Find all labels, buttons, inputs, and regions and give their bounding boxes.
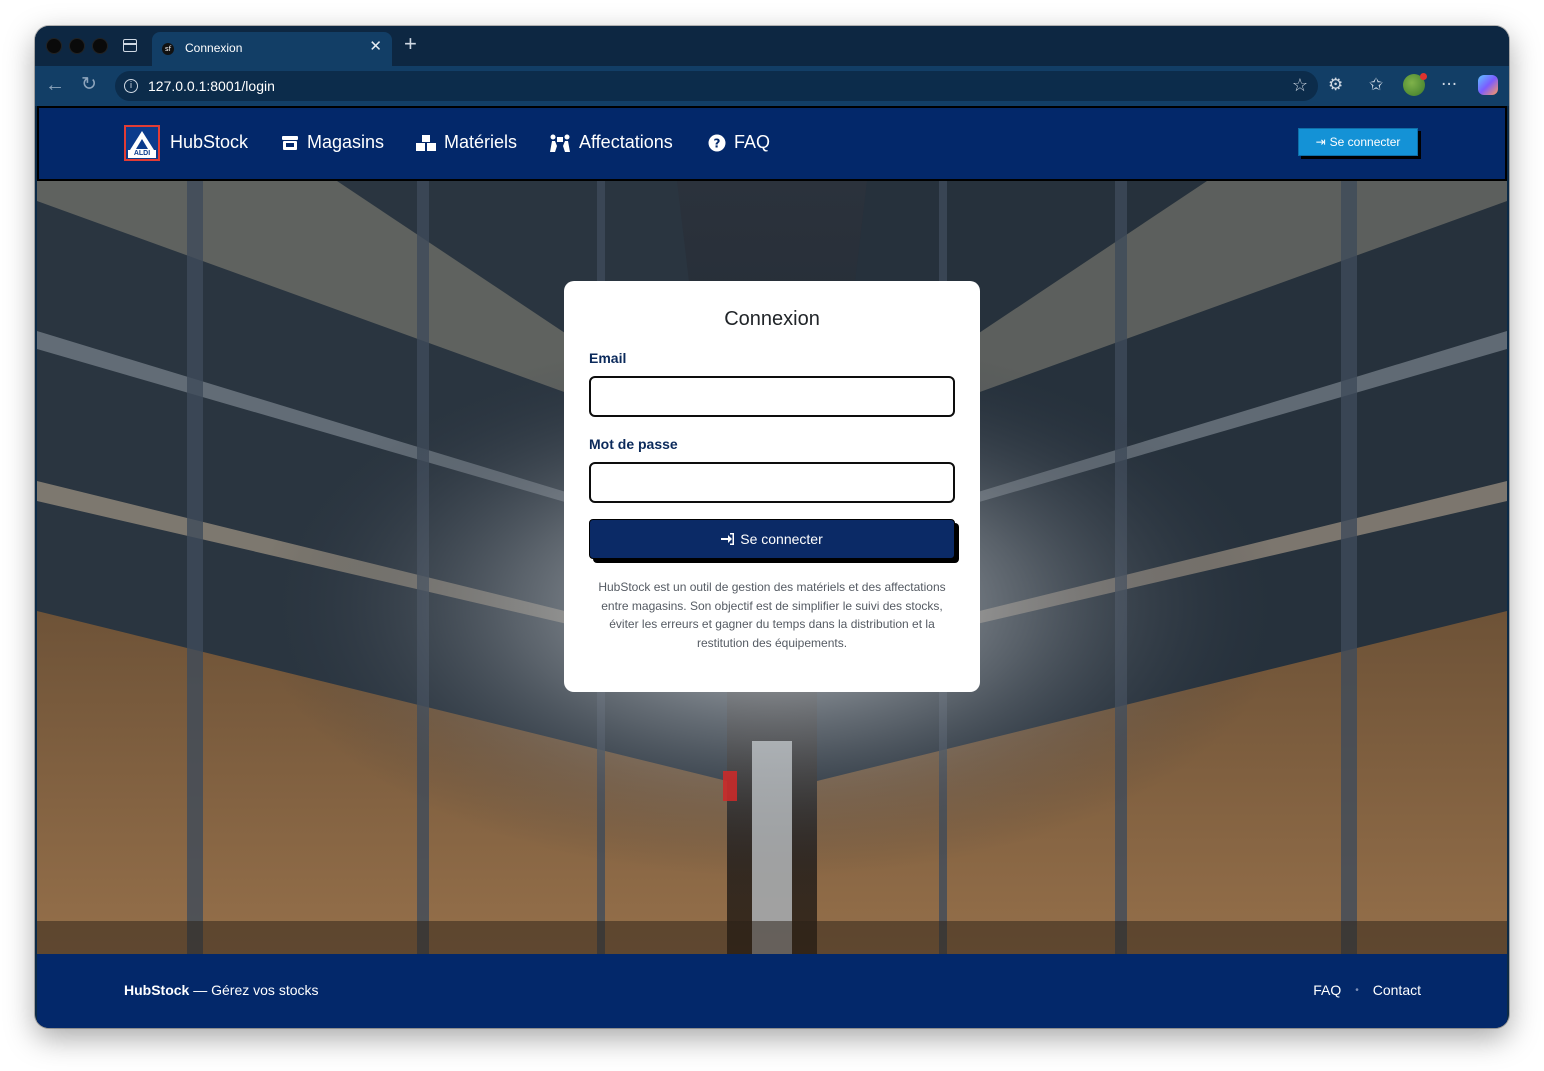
footer-separator: • bbox=[1355, 984, 1359, 996]
footer-link-contact[interactable]: Contact bbox=[1373, 982, 1421, 998]
minimize-window-button[interactable] bbox=[70, 39, 84, 53]
email-field[interactable] bbox=[589, 376, 955, 417]
extensions-icon[interactable]: ⚙ bbox=[1328, 74, 1343, 96]
footer-link-faq[interactable]: FAQ bbox=[1313, 982, 1341, 998]
tab-title: Connexion bbox=[185, 41, 243, 55]
favorites-icon[interactable]: ✩ bbox=[1369, 74, 1383, 96]
warehouse-background-image: Connexion Email Mot de passe Se connecte… bbox=[37, 181, 1507, 954]
more-menu-icon[interactable]: ··· bbox=[1441, 74, 1457, 96]
boxes-icon bbox=[416, 134, 436, 151]
sidebar-toggle-icon[interactable] bbox=[123, 39, 137, 52]
profile-avatar[interactable] bbox=[1403, 73, 1427, 96]
email-label: Email bbox=[589, 350, 627, 366]
people-carry-icon bbox=[550, 134, 570, 152]
app-description: HubStock est un outil de gestion des mat… bbox=[598, 580, 946, 650]
question-circle-icon: ? bbox=[708, 134, 726, 151]
login-title: Connexion bbox=[724, 308, 820, 330]
login-card: Connexion Email Mot de passe Se connecte… bbox=[564, 281, 980, 692]
tab-bar: sf Connexion ✕ + bbox=[35, 26, 1509, 66]
browser-window: sf Connexion ✕ + ← ↻ i 127.0.0.1:8001/lo… bbox=[35, 26, 1509, 1028]
store-icon bbox=[282, 135, 298, 150]
browser-tab[interactable]: sf Connexion ✕ bbox=[152, 32, 392, 66]
browser-toolbar: ← ↻ i 127.0.0.1:8001/login ☆ ⚙ ✩ ··· bbox=[35, 66, 1509, 106]
navbar-login-button[interactable]: ⇥ Se connecter bbox=[1298, 128, 1418, 156]
login-submit-button[interactable]: Se connecter bbox=[589, 519, 955, 559]
close-window-button[interactable] bbox=[47, 39, 61, 53]
site-navbar: ALDI HubStock Magasins Matériels Affecta… bbox=[37, 106, 1507, 181]
site-footer: HubStock — Gérez vos stocks FAQ • Contac… bbox=[37, 954, 1507, 1028]
maximize-window-button[interactable] bbox=[93, 39, 107, 53]
aldi-logo[interactable]: ALDI bbox=[124, 125, 160, 161]
back-arrow-icon[interactable]: ← bbox=[45, 74, 65, 96]
address-bar[interactable]: i 127.0.0.1:8001/login ☆ bbox=[115, 71, 1318, 101]
page-viewport: ALDI HubStock Magasins Matériels Affecta… bbox=[37, 106, 1507, 1028]
footer-links: FAQ • Contact bbox=[1313, 982, 1421, 998]
new-tab-icon[interactable]: + bbox=[404, 33, 417, 55]
password-field[interactable] bbox=[589, 462, 955, 503]
nav-link-magasins[interactable]: Magasins bbox=[281, 132, 384, 153]
site-info-icon[interactable]: i bbox=[124, 79, 138, 93]
svg-text:?: ? bbox=[714, 136, 721, 150]
url-text[interactable]: 127.0.0.1:8001/login bbox=[148, 78, 275, 94]
brand-link[interactable]: HubStock bbox=[170, 132, 248, 153]
footer-brand: HubStock — Gérez vos stocks bbox=[124, 982, 319, 998]
password-label: Mot de passe bbox=[589, 436, 678, 452]
sign-in-icon: ⇥ bbox=[1315, 135, 1326, 149]
notification-dot bbox=[1420, 73, 1427, 80]
brand-name: HubStock bbox=[170, 132, 249, 152]
favorite-star-icon[interactable]: ☆ bbox=[1292, 75, 1308, 96]
sign-in-icon bbox=[721, 533, 735, 545]
reload-icon[interactable]: ↻ bbox=[81, 74, 97, 96]
nav-link-faq[interactable]: ? FAQ bbox=[708, 132, 770, 153]
nav-link-affectations[interactable]: Affectations bbox=[549, 132, 673, 153]
copilot-icon[interactable] bbox=[1478, 75, 1498, 95]
nav-link-materiels[interactable]: Matériels bbox=[416, 132, 517, 153]
close-tab-icon[interactable]: ✕ bbox=[369, 39, 382, 55]
symfony-favicon-icon: sf bbox=[162, 43, 174, 55]
